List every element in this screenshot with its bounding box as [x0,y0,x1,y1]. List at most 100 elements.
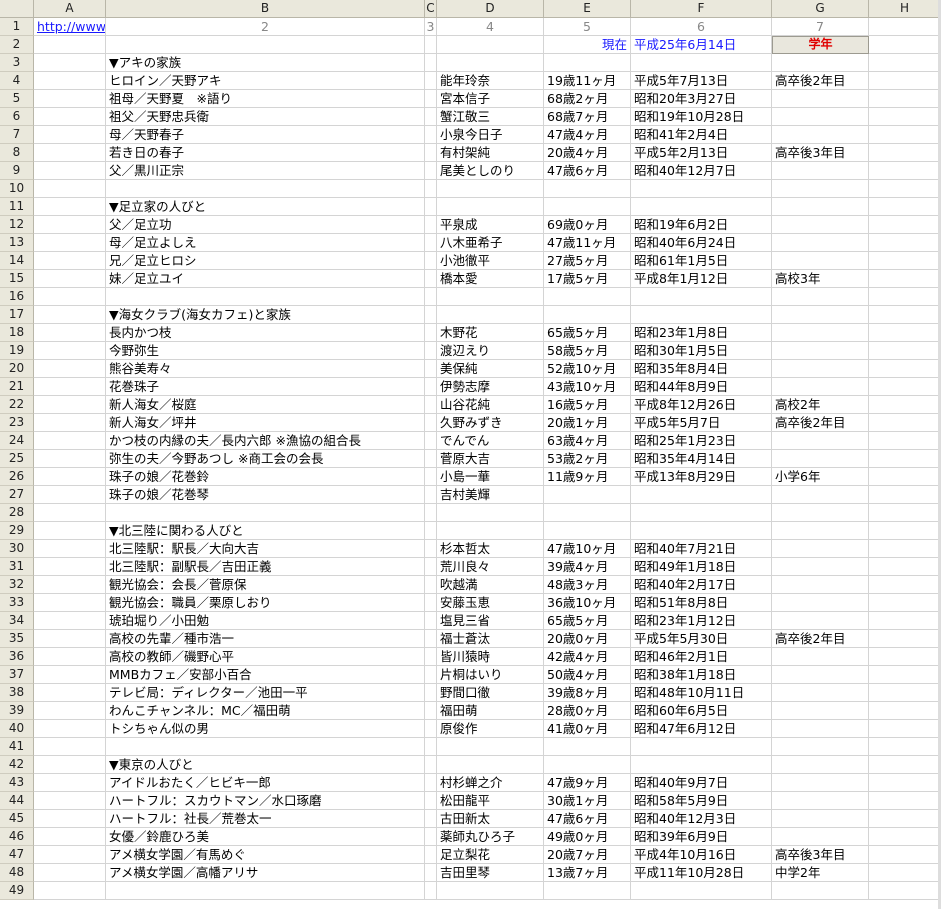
row-header[interactable]: 8 [0,144,34,162]
cell-c[interactable] [425,108,437,126]
cell-birthdate[interactable]: 昭和58年5月9日 [631,792,772,810]
cell-actor[interactable]: 杉本哲太 [437,540,544,558]
row-header[interactable]: 37 [0,666,34,684]
cell-c[interactable] [425,702,437,720]
cell-c[interactable] [425,594,437,612]
cell-grade[interactable]: 高卒後2年目 [772,72,869,90]
row-header[interactable]: 30 [0,540,34,558]
row-header[interactable]: 42 [0,756,34,774]
cell-a[interactable] [34,486,106,504]
cell-a[interactable] [34,882,106,900]
cell-birthdate[interactable]: 昭和39年6月9日 [631,828,772,846]
cell-actor[interactable]: 伊勢志摩 [437,378,544,396]
cell-birthdate[interactable]: 昭和41年2月4日 [631,126,772,144]
cell-age[interactable] [544,54,631,72]
cell-a[interactable] [34,468,106,486]
cell-e1[interactable]: 5 [544,18,631,36]
cell-birthdate[interactable]: 昭和35年8月4日 [631,360,772,378]
cell-grade[interactable] [772,702,869,720]
cell-age[interactable]: 53歳2ヶ月 [544,450,631,468]
cell-h[interactable] [869,594,941,612]
cell-birthdate[interactable] [631,756,772,774]
cell-a[interactable] [34,630,106,648]
cell-age[interactable] [544,288,631,306]
cell-actor[interactable]: 渡辺えり [437,342,544,360]
cell-actor[interactable]: 足立梨花 [437,846,544,864]
cell-a[interactable] [34,396,106,414]
cell-birthdate[interactable]: 昭和35年4月14日 [631,450,772,468]
cell-c[interactable] [425,630,437,648]
cell-d1[interactable]: 4 [437,18,544,36]
row-header[interactable]: 10 [0,180,34,198]
cell-role[interactable]: ▼北三陸に関わる人びと [106,522,425,540]
cell-h[interactable] [869,288,941,306]
cell-c[interactable] [425,810,437,828]
row-header[interactable]: 12 [0,216,34,234]
cell-h[interactable] [869,774,941,792]
cell-a[interactable] [34,162,106,180]
cell-birthdate[interactable]: 平成5年2月13日 [631,144,772,162]
cell-birthdate[interactable]: 平成5年5月7日 [631,414,772,432]
cell-a[interactable] [34,324,106,342]
cell-h[interactable] [869,396,941,414]
cell-grade[interactable] [772,54,869,72]
row-header[interactable]: 17 [0,306,34,324]
cell-grade[interactable] [772,720,869,738]
cell-actor[interactable]: 宮本信子 [437,90,544,108]
cell-grade[interactable]: 高卒後3年目 [772,846,869,864]
cell-h[interactable] [869,864,941,882]
cell-birthdate[interactable]: 昭和40年9月7日 [631,774,772,792]
cell-actor[interactable]: 古田新太 [437,810,544,828]
cell-age[interactable]: 65歳5ヶ月 [544,612,631,630]
cell-h[interactable] [869,180,941,198]
row-header[interactable]: 35 [0,630,34,648]
cell-grade[interactable] [772,882,869,900]
cell-grade[interactable] [772,324,869,342]
row-header[interactable]: 18 [0,324,34,342]
cell-a[interactable] [34,666,106,684]
cell-age[interactable]: 50歳4ヶ月 [544,666,631,684]
cell-age[interactable]: 20歳7ヶ月 [544,846,631,864]
cell-c[interactable] [425,180,437,198]
cell-h[interactable] [869,630,941,648]
cell-a[interactable] [34,828,106,846]
cell-c[interactable] [425,306,437,324]
row-header[interactable]: 32 [0,576,34,594]
cell-a[interactable] [34,864,106,882]
cell-c[interactable] [425,126,437,144]
cell-a[interactable] [34,648,106,666]
cell-a[interactable] [34,702,106,720]
row-header[interactable]: 6 [0,108,34,126]
cell-role[interactable]: ハートフル：社長／荒巻太一 [106,810,425,828]
row-header[interactable]: 16 [0,288,34,306]
cell-grade[interactable] [772,342,869,360]
cell-c[interactable] [425,738,437,756]
cell-a[interactable] [34,720,106,738]
cell-age[interactable]: 47歳6ヶ月 [544,162,631,180]
cell-grade[interactable] [772,540,869,558]
select-all-corner[interactable] [0,0,34,18]
cell-age[interactable] [544,180,631,198]
cell-c[interactable] [425,432,437,450]
cell-role[interactable]: 琥珀堀り／小田勉 [106,612,425,630]
cell-h[interactable] [869,198,941,216]
cell-role[interactable]: 祖父／天野忠兵衛 [106,108,425,126]
cell-h[interactable] [869,270,941,288]
cell-grade[interactable] [772,594,869,612]
cell-actor[interactable]: 木野花 [437,324,544,342]
cell-c[interactable] [425,54,437,72]
cell-h[interactable] [869,684,941,702]
cell-grade[interactable] [772,360,869,378]
row-header[interactable]: 25 [0,450,34,468]
row-header[interactable]: 19 [0,342,34,360]
cell-c[interactable] [425,756,437,774]
row-header[interactable]: 38 [0,684,34,702]
cell-c[interactable] [425,792,437,810]
cell-age[interactable]: 39歳4ヶ月 [544,558,631,576]
cell-a[interactable] [34,144,106,162]
cell-a[interactable] [34,846,106,864]
cell-grade[interactable] [772,234,869,252]
cell-birthdate[interactable]: 昭和19年6月2日 [631,216,772,234]
cell-h[interactable] [869,450,941,468]
cell-h[interactable] [869,702,941,720]
